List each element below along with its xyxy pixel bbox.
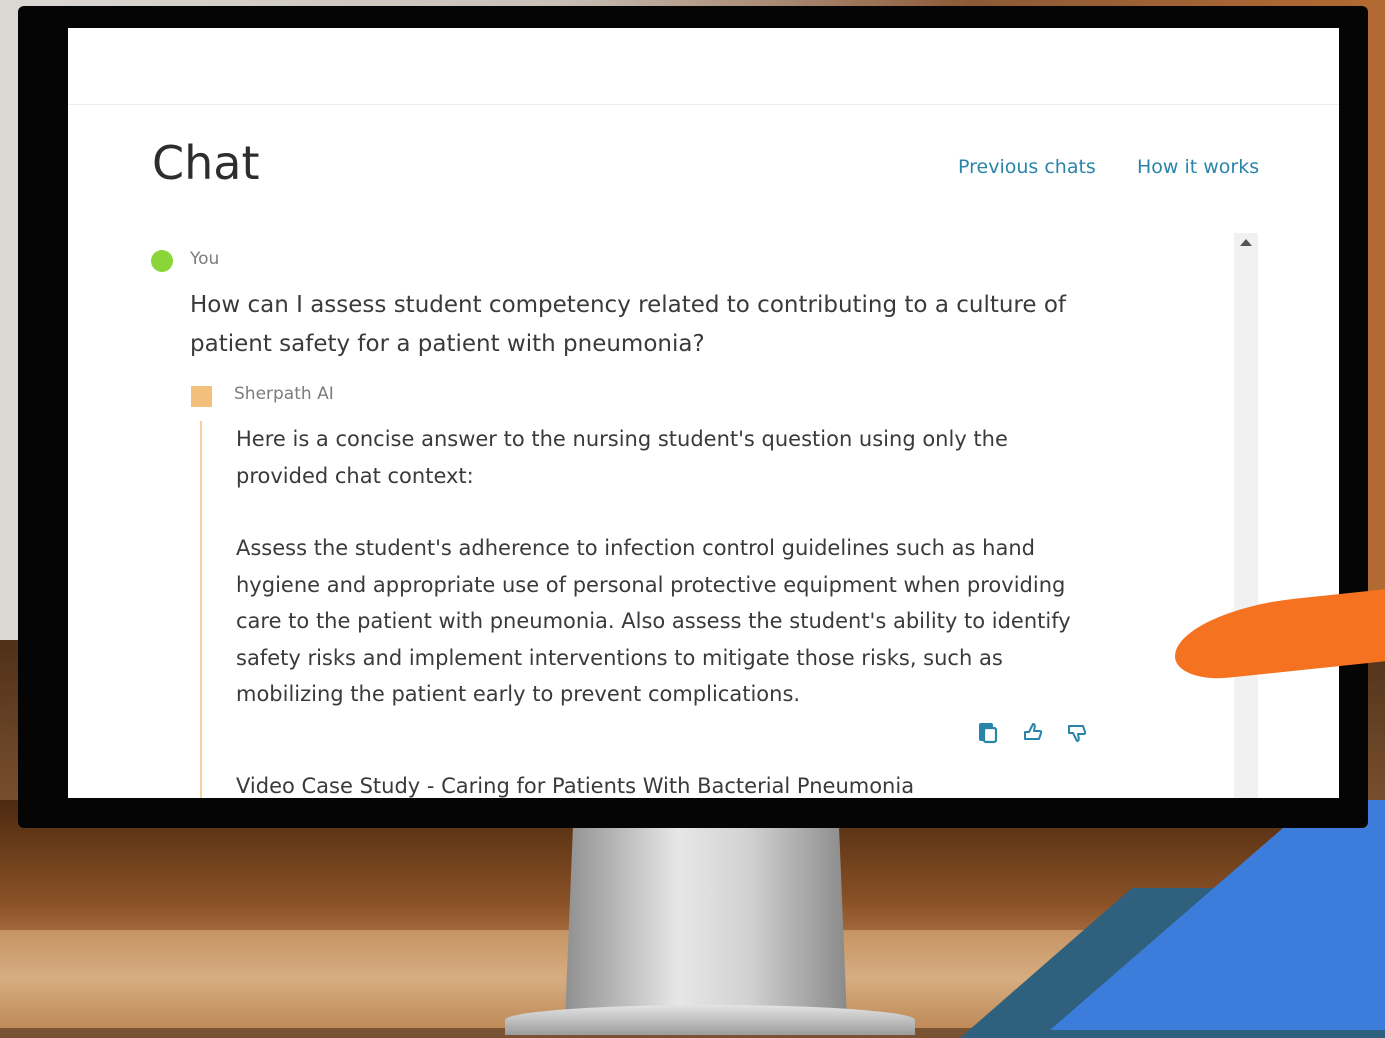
source-reference[interactable]: Video Case Study - Caring for Patients W… [236,768,1106,798]
top-bar [68,28,1339,105]
assistant-avatar-square [191,386,212,407]
user-message: How can I assess student competency rela… [190,292,1067,357]
assistant-answer: Assess the student's adherence to infect… [236,536,1071,706]
thumbs-up-icon[interactable] [1022,721,1044,745]
monitor-stand-base [505,1005,915,1035]
how-it-works-link[interactable]: How it works [1137,156,1259,178]
assistant-name: Sherpath AI [234,384,334,404]
assistant-response-bar [200,421,202,798]
thumbs-down-icon[interactable] [1066,721,1088,745]
user-avatar-dot [151,250,173,272]
assistant-intro: Here is a concise answer to the nursing … [236,427,1008,488]
scroll-up-arrow-icon[interactable] [1240,239,1252,246]
page-title: Chat [152,136,260,190]
previous-chats-link[interactable]: Previous chats [958,156,1096,178]
scrollbar[interactable] [1234,233,1258,798]
copy-icon[interactable] [977,721,999,745]
chat-screen: Chat Previous chats How it works You How… [68,28,1339,798]
user-name: You [190,249,220,269]
monitor-stand [565,815,847,1020]
